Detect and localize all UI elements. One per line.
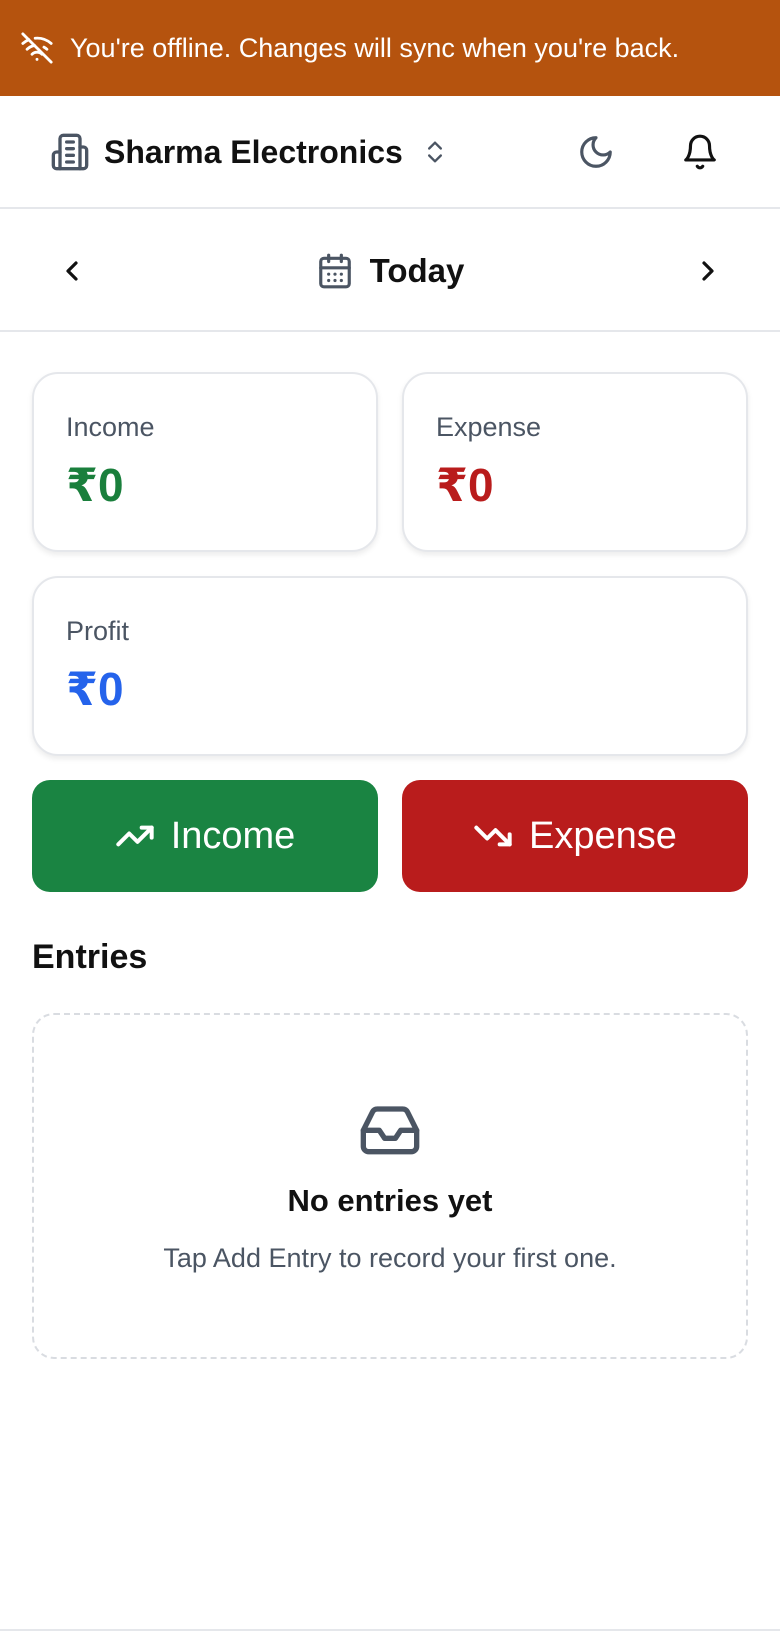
entries-heading: Entries — [32, 938, 148, 976]
chevrons-up-down-icon — [421, 136, 449, 168]
business-switcher[interactable]: Sharma Electronics — [50, 126, 449, 178]
profit-summary-label: Profit — [66, 616, 130, 646]
add-income-button[interactable]: Income — [32, 780, 378, 892]
trending-up-icon — [115, 816, 155, 856]
chevron-left-icon — [56, 255, 88, 287]
expense-summary-value: ₹0 — [436, 459, 494, 511]
wifi-off-icon — [20, 31, 54, 65]
profit-summary-card: Profit ₹0 — [32, 576, 748, 756]
entries-empty-state: No entries yet Tap Add Entry to record y… — [32, 1013, 748, 1359]
building-icon — [50, 132, 90, 172]
offline-banner: You're offline. Changes will sync when y… — [0, 0, 780, 96]
expense-summary-card: Expense ₹0 — [402, 372, 748, 552]
app-header: Sharma Electronics — [0, 96, 780, 209]
date-label: Today — [369, 251, 465, 289]
chevron-right-icon — [692, 255, 724, 287]
moon-icon — [577, 133, 615, 171]
next-day-button[interactable] — [684, 247, 732, 295]
inbox-icon — [358, 1101, 422, 1157]
bell-icon — [681, 133, 719, 171]
add-expense-button[interactable]: Expense — [402, 780, 748, 892]
calendar-icon — [316, 252, 354, 290]
bottom-divider — [0, 1629, 780, 1631]
empty-state-subtitle: Tap Add Entry to record your first one. — [163, 1243, 617, 1273]
add-income-label: Income — [170, 814, 296, 857]
empty-state-title: No entries yet — [287, 1183, 493, 1218]
trending-down-icon — [473, 816, 513, 856]
previous-day-button[interactable] — [48, 247, 96, 295]
income-summary-label: Income — [66, 412, 155, 442]
app-screen: You're offline. Changes will sync when y… — [0, 0, 780, 1646]
date-label-area: Today — [0, 209, 780, 332]
theme-toggle-button[interactable] — [570, 126, 622, 178]
income-summary-card: Income ₹0 — [32, 372, 378, 552]
expense-summary-label: Expense — [436, 412, 542, 442]
date-navigator: Today — [0, 209, 780, 332]
income-summary-value: ₹0 — [66, 459, 124, 511]
notifications-button[interactable] — [674, 126, 726, 178]
business-name: Sharma Electronics — [104, 133, 403, 170]
add-expense-label: Expense — [529, 814, 677, 857]
profit-summary-value: ₹0 — [66, 663, 124, 715]
date-picker-button[interactable]: Today — [316, 251, 465, 290]
offline-message: You're offline. Changes will sync when y… — [70, 32, 680, 63]
